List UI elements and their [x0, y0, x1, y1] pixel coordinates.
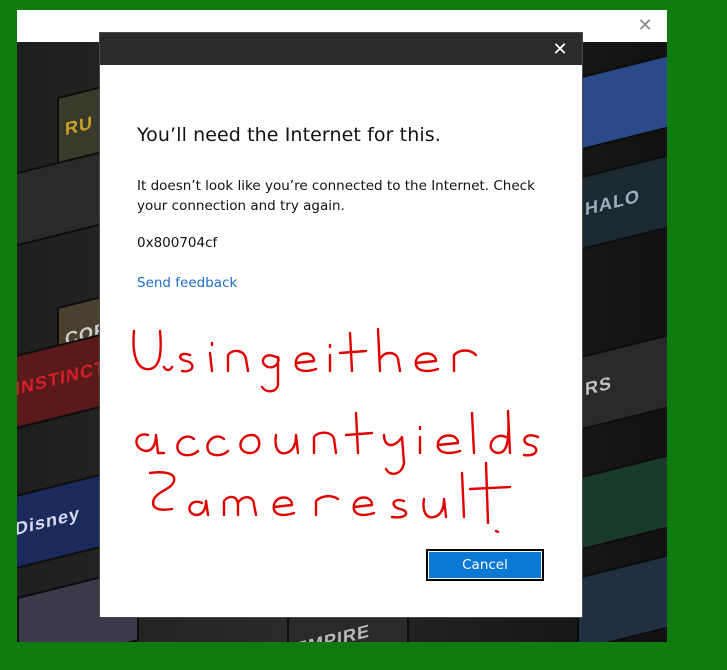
game-tile[interactable] [577, 446, 667, 552]
dialog-titlebar: ✕ [100, 33, 582, 65]
background-close-icon[interactable]: ✕ [635, 15, 655, 35]
cancel-button[interactable]: Cancel [426, 549, 544, 581]
game-tile[interactable]: RS [577, 326, 667, 432]
game-tile[interactable]: HALO [577, 146, 667, 252]
game-tile-label: RS [585, 372, 613, 400]
error-code: 0x800704cf [137, 235, 218, 251]
error-dialog: ✕ You’ll need the Internet for this. It … [100, 33, 582, 617]
game-tile[interactable] [577, 546, 667, 642]
send-feedback-link[interactable]: Send feedback [137, 275, 237, 291]
handwritten-annotation [132, 327, 540, 533]
game-tile-label: HALO [585, 185, 640, 220]
game-tile-label: Disney [17, 503, 81, 540]
close-icon[interactable]: ✕ [550, 39, 570, 59]
game-tile-label: EMPIRE [295, 620, 371, 642]
game-tile-label: RU [65, 112, 93, 140]
game-tile-label: INSTINCT [17, 356, 106, 400]
dialog-message: It doesn’t look like you’re connected to… [137, 178, 535, 214]
game-tile[interactable] [577, 46, 667, 152]
dialog-heading: You’ll need the Internet for this. [137, 124, 441, 146]
